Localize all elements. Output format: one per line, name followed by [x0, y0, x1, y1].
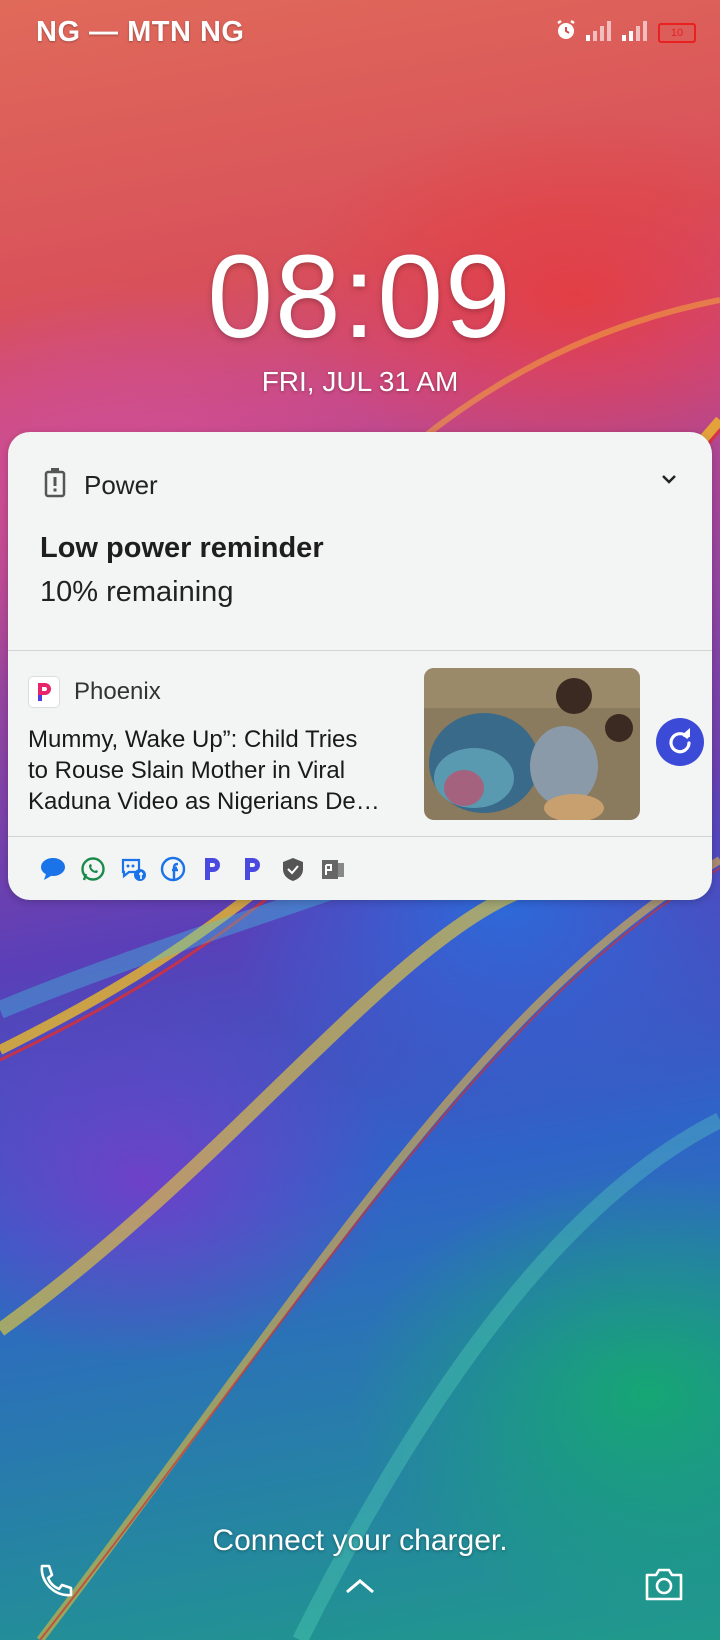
lockscreen-clock: 08:09: [207, 231, 513, 363]
power-notification-text: 10% remaining: [40, 576, 234, 608]
wps-office-icon[interactable]: [320, 856, 346, 882]
power-notification-header: Power: [44, 468, 158, 503]
headline-line: to Rouse Slain Mother in Viral: [28, 757, 346, 784]
swipe-up-chevron-icon[interactable]: [344, 1576, 376, 1601]
power-app-name: Power: [84, 470, 158, 500]
messenger-icon[interactable]: [120, 856, 146, 882]
phoenix-icon[interactable]: [200, 856, 226, 882]
camera-shortcut-button[interactable]: [644, 1566, 684, 1607]
notification-app-icons: [40, 856, 346, 882]
shield-icon[interactable]: [280, 856, 306, 882]
facebook-icon[interactable]: [160, 856, 186, 882]
news-headline[interactable]: Mummy, Wake Up”: Child Tries to Rouse Sl…: [28, 724, 408, 817]
phone-shortcut-button[interactable]: [34, 1562, 76, 1609]
battery-alert-icon: [44, 468, 66, 503]
battery-icon: 10: [658, 22, 696, 43]
news-thumbnail-image[interactable]: [424, 668, 640, 820]
carrier-name: NG — MTN NG: [36, 16, 245, 48]
news-notification-header: Phoenix: [28, 676, 161, 708]
whatsapp-icon[interactable]: [80, 856, 106, 882]
power-notification-title: Low power reminder: [40, 532, 324, 564]
notification-card[interactable]: Power Low power reminder 10% remaining P…: [8, 432, 712, 900]
expand-chevron-icon[interactable]: [660, 472, 678, 490]
signal-icon-1: [586, 19, 614, 46]
status-icons: 10: [554, 18, 696, 47]
phoenix-logo-icon: [28, 676, 60, 708]
headline-line: Kaduna Video as Nigerians De…: [28, 788, 380, 815]
refresh-button[interactable]: [656, 718, 704, 766]
phoenix-icon[interactable]: [240, 856, 266, 882]
charger-hint: Connect your charger.: [212, 1524, 508, 1557]
status-bar: NG — MTN NG 10: [0, 0, 720, 66]
messages-icon[interactable]: [40, 856, 66, 882]
signal-icon-2: [622, 19, 650, 46]
lockscreen-date: FRI, JUL 31 AM: [261, 366, 459, 397]
phoenix-app-name: Phoenix: [74, 678, 161, 705]
headline-line: Mummy, Wake Up”: Child Tries: [28, 726, 358, 753]
alarm-icon: [554, 18, 578, 47]
divider: [8, 650, 712, 651]
divider: [8, 836, 712, 837]
